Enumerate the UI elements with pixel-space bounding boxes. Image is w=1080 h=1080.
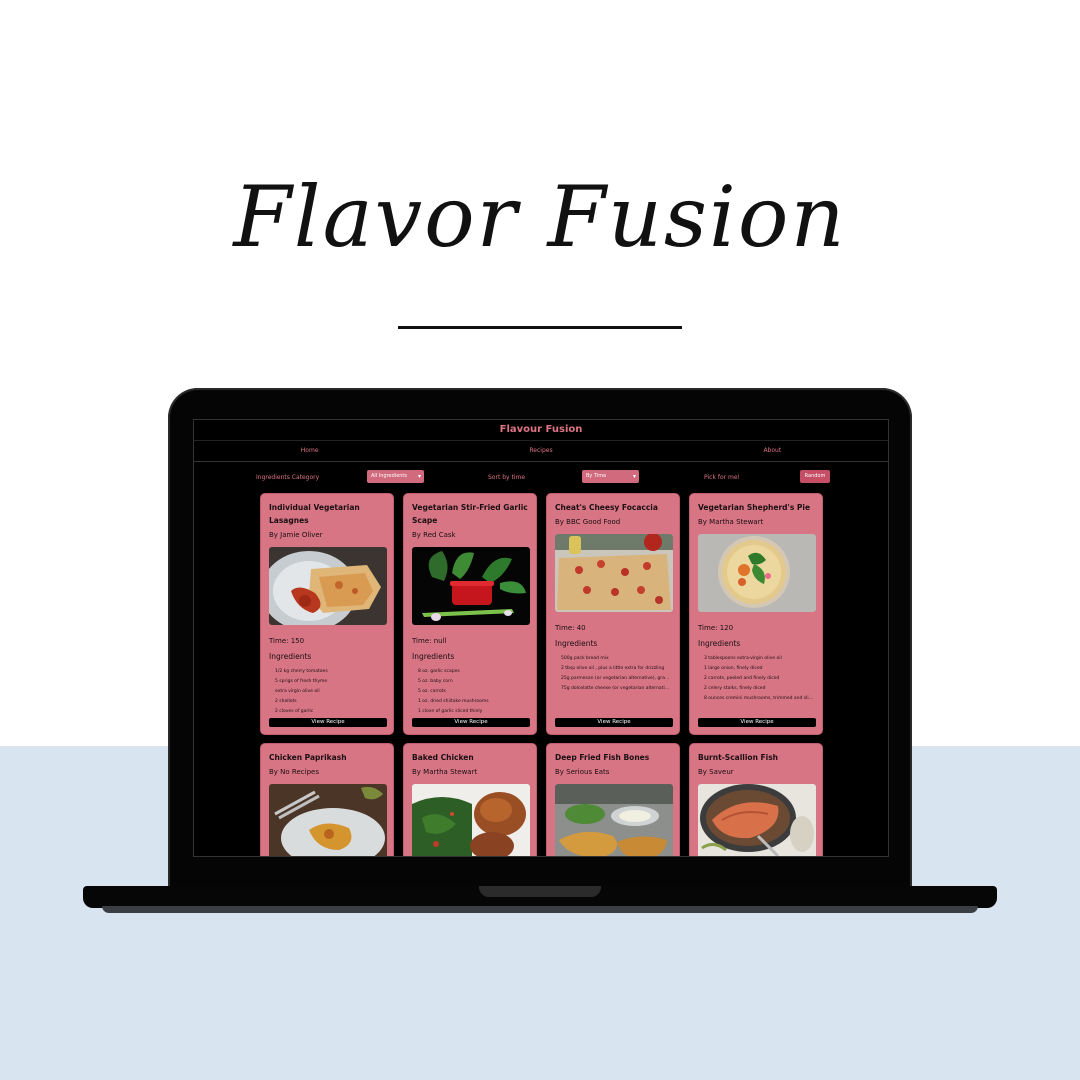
view-recipe-button[interactable]: View Recipe [698, 718, 816, 727]
ingredient-item: 500g pack bread mix [561, 654, 671, 664]
recipe-photo[interactable] [698, 784, 816, 856]
ingredient-item: 2 celery stalks, finely diced [704, 684, 814, 694]
view-recipe-button[interactable]: View Recipe [269, 718, 387, 727]
random-button[interactable]: Random [800, 470, 830, 483]
recipe-time: Time: 120 [698, 624, 734, 632]
paprikash-photo [269, 784, 387, 856]
ingredient-item: 5 sprigs of fresh thyme [275, 677, 385, 687]
ingredient-item: 5 oz. baby corn [418, 677, 528, 687]
ingredient-item: 8 oz. garlic scapes [418, 667, 528, 677]
sort-by-time-select[interactable]: By Time [582, 470, 639, 483]
recipe-title: Vegetarian Stir-Fried Garlic Scape [412, 503, 528, 525]
recipe-card[interactable]: Burnt-Scallion Fish By Saveur [689, 743, 823, 856]
recipe-title: Chicken Paprikash [269, 753, 347, 762]
recipe-card[interactable]: Cheat's Cheesy Focaccia By BBC Good Food [546, 493, 680, 735]
recipe-photo[interactable] [269, 547, 387, 625]
recipe-card[interactable]: Vegetarian Stir-Fried Garlic Scape By Re… [403, 493, 537, 735]
recipe-photo[interactable] [698, 534, 816, 612]
ingredient-item: 1 oz. dried shiitake mushrooms [418, 697, 528, 707]
salmon-photo [698, 784, 816, 856]
ingredients-heading: Ingredients [698, 639, 741, 648]
recipe-title: Cheat's Cheesy Focaccia [555, 503, 658, 512]
recipe-card[interactable]: Vegetarian Shepherd's Pie By Martha Stew… [689, 493, 823, 735]
ingredients-category-select[interactable]: All Ingredients [367, 470, 424, 483]
ingredient-item: 1/2 kg cherry tomatoes [275, 667, 385, 677]
recipe-author: By Martha Stewart [698, 518, 764, 526]
recipe-title: Baked Chicken [412, 753, 474, 762]
recipe-time: Time: 150 [269, 637, 305, 645]
ingredients-category-label: Ingredients Category [256, 474, 320, 481]
recipe-card[interactable]: Baked Chicken By Martha Stewart [403, 743, 537, 856]
ingredient-item: 1 clove of garlic sliced thinly [418, 707, 528, 717]
pick-for-me-label: Pick for me! [704, 474, 740, 481]
ingredients-list: 1/2 kg cherry tomatoes 5 sprigs of fresh… [269, 667, 385, 717]
ingredient-item: 5 oz. carrots [418, 687, 528, 697]
ingredient-item: extra virgin olive oil [275, 687, 385, 697]
recipe-author: By Red Cask [412, 531, 456, 539]
recipe-photo[interactable] [555, 784, 673, 856]
recipe-photo[interactable] [269, 784, 387, 856]
chicken-photo [412, 784, 530, 856]
pie-photo [698, 534, 816, 612]
sort-by-time-label: Sort by time [488, 474, 526, 481]
ingredient-item: 2 carrots, peeled and finely diced [704, 674, 814, 684]
ingredients-list: 8 oz. garlic scapes 5 oz. baby corn 5 oz… [412, 667, 528, 717]
ingredient-item: 3 tablespoons extra-virgin olive oil [704, 654, 814, 664]
nav-about[interactable]: About [657, 441, 888, 461]
ingredient-item: 25g parmesan (or vegetarian alternative)… [561, 674, 671, 684]
laptop-notch [479, 886, 601, 897]
recipe-card[interactable]: Deep Fried Fish Bones By Serious Eats [546, 743, 680, 856]
ingredient-item: 8 ounces cremini mushrooms, trimmed and … [704, 694, 814, 704]
greens-photo [412, 547, 530, 625]
recipe-title: Vegetarian Shepherd's Pie [698, 503, 811, 512]
nav-bar: Home Recipes About [194, 441, 888, 462]
recipe-photo[interactable] [412, 547, 530, 625]
recipe-author: By Martha Stewart [412, 768, 478, 776]
ingredient-item: 75g dolcelatte cheese (or vegetarian alt… [561, 684, 671, 694]
recipe-photo[interactable] [555, 534, 673, 612]
recipe-grid: Individual Vegetarian Lasagnes By Jamie … [260, 493, 826, 856]
recipe-author: By Saveur [698, 768, 734, 776]
recipe-card[interactable]: Individual Vegetarian Lasagnes By Jamie … [260, 493, 394, 735]
hero-divider [398, 326, 682, 329]
nav-home[interactable]: Home [194, 441, 425, 461]
ingredient-item: 1 large onion, finely diced [704, 664, 814, 674]
recipe-title: Burnt-Scallion Fish [698, 753, 779, 762]
recipe-author: By Jamie Oliver [269, 531, 323, 539]
recipe-author: By No Recipes [269, 768, 319, 776]
recipe-card[interactable]: Chicken Paprikash By No Recipes [260, 743, 394, 856]
filter-controls: Ingredients Category All Ingredients Sor… [194, 462, 888, 492]
lasagne-photo [269, 547, 387, 625]
ingredients-heading: Ingredients [412, 652, 455, 661]
fish-photo [555, 784, 673, 856]
recipe-title: Individual Vegetarian Lasagnes [269, 503, 360, 525]
ingredient-item: 2 tbsp olive oil , plus a little extra f… [561, 664, 671, 674]
recipe-time: Time: null [412, 637, 447, 645]
ingredient-item: 2 cloves of garlic [275, 707, 385, 717]
nav-recipes[interactable]: Recipes [425, 441, 656, 461]
laptop-screen: Flavour Fusion Home Recipes About Ingred… [193, 419, 889, 857]
ingredient-item: 2 shallots [275, 697, 385, 707]
ingredients-heading: Ingredients [555, 639, 598, 648]
laptop-base-shadow [102, 906, 978, 913]
ingredients-heading: Ingredients [269, 652, 312, 661]
view-recipe-button[interactable]: View Recipe [555, 718, 673, 727]
recipe-photo[interactable] [412, 784, 530, 856]
view-recipe-button[interactable]: View Recipe [412, 718, 530, 727]
focaccia-photo [555, 534, 673, 612]
ingredients-list: 3 tablespoons extra-virgin olive oil 1 l… [698, 654, 814, 704]
recipe-time: Time: 40 [555, 624, 586, 632]
ingredients-list: 500g pack bread mix 2 tbsp olive oil , p… [555, 654, 671, 694]
recipe-author: By BBC Good Food [555, 518, 621, 526]
recipe-author: By Serious Eats [555, 768, 610, 776]
app-title: Flavour Fusion [194, 420, 888, 441]
recipe-title: Deep Fried Fish Bones [555, 753, 650, 762]
hero-title: Flavor Fusion [233, 168, 847, 266]
